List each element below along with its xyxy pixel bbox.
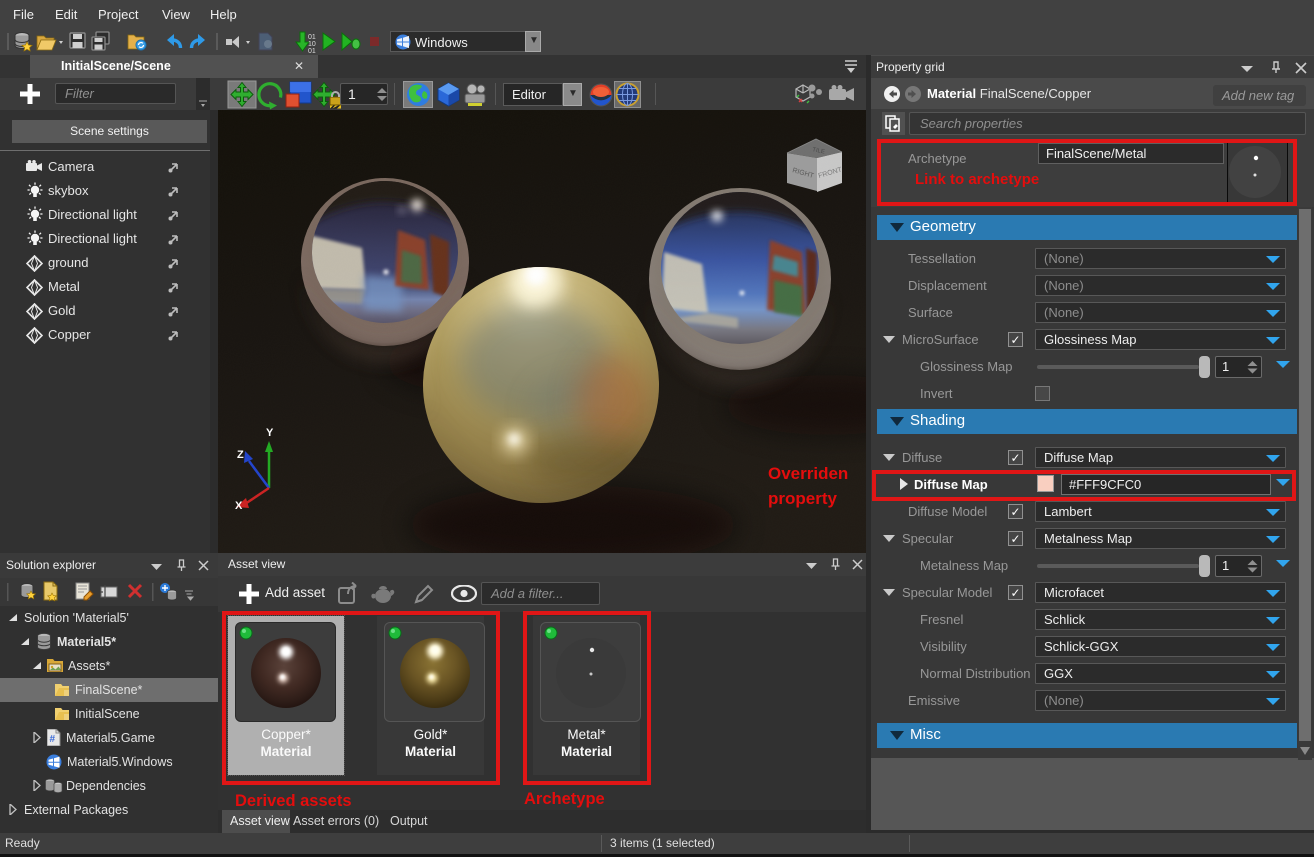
svg-text:#: # <box>50 734 56 745</box>
svg-text:10: 10 <box>308 41 316 48</box>
svg-text:01: 01 <box>308 48 316 55</box>
svg-text:01: 01 <box>308 34 316 41</box>
